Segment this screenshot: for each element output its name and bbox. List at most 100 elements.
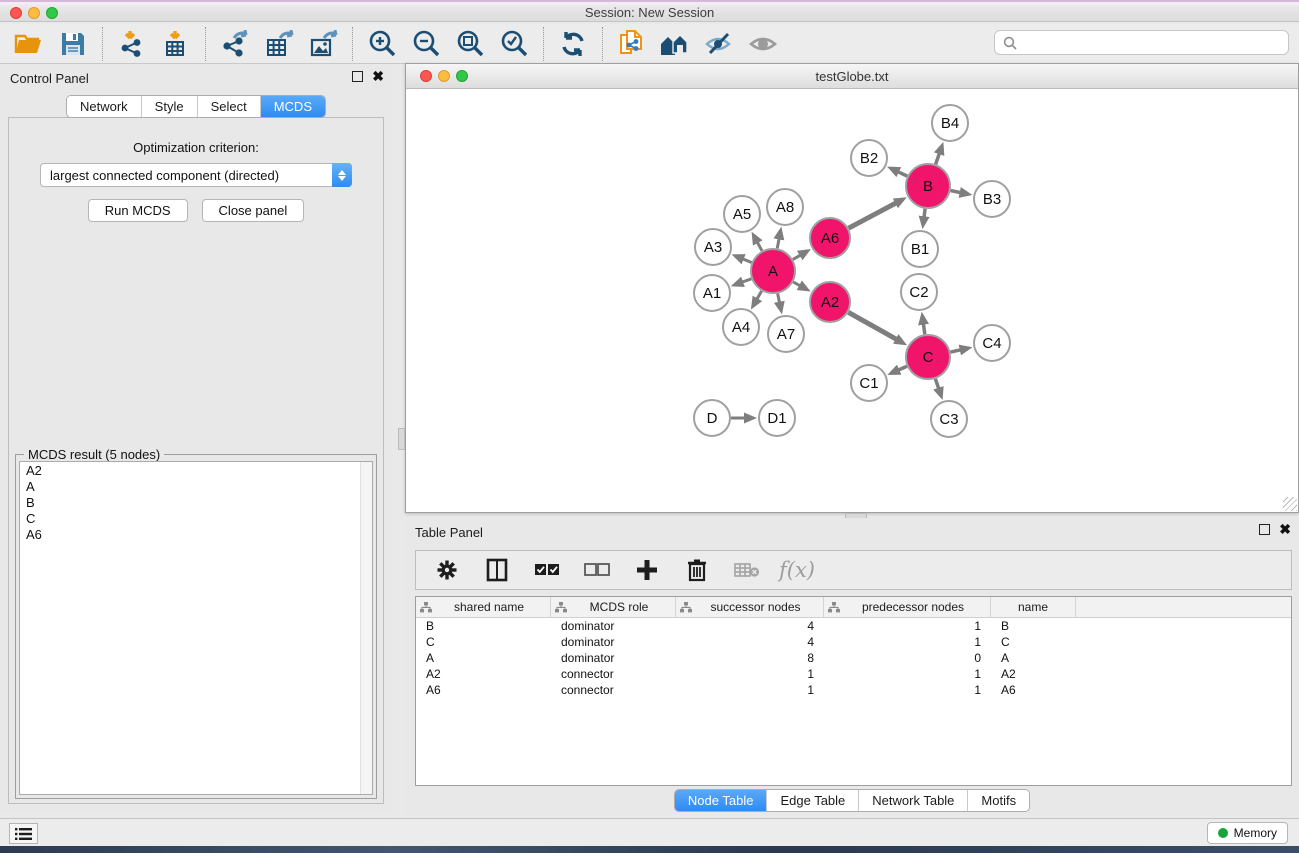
graph-edge-B-B2[interactable] [898,172,907,176]
show-all-icon[interactable] [745,27,783,61]
graph-node-C2[interactable]: C2 [901,274,937,310]
graph-edge-C-C3[interactable] [935,379,938,389]
graph-edge-B-B1[interactable] [924,209,925,217]
deselect-all-icon[interactable] [584,556,610,584]
list-scrollbar[interactable] [360,462,372,794]
import-table-icon[interactable] [157,27,195,61]
graph-node-B1[interactable]: B1 [902,231,938,267]
clone-network-icon[interactable] [613,27,651,61]
table-row[interactable]: A6connector11A6 [416,682,1291,698]
graph-node-A8[interactable]: A8 [767,189,803,225]
tab-select[interactable]: Select [198,96,261,117]
mcds-result-item[interactable]: B [20,494,372,510]
mcds-result-item[interactable]: A [20,478,372,494]
memory-button[interactable]: Memory [1207,822,1288,844]
column-header-MCDS-role[interactable]: MCDS role [551,597,676,617]
window-resize-grip[interactable] [1283,497,1297,511]
graph-node-A2[interactable]: A2 [810,282,850,322]
float-panel-icon[interactable] [352,71,363,82]
tab-edge-table[interactable]: Edge Table [767,790,859,811]
add-row-icon[interactable] [634,556,660,584]
column-header-successor-nodes[interactable]: successor nodes [676,597,824,617]
graph-node-B2[interactable]: B2 [851,140,887,176]
graph-node-B4[interactable]: B4 [932,105,968,141]
graph-node-A7[interactable]: A7 [768,316,804,352]
export-network-icon[interactable] [216,27,254,61]
graph-node-C4[interactable]: C4 [974,325,1010,361]
graph-node-D[interactable]: D [694,400,730,436]
graph-node-C[interactable]: C [906,335,950,379]
graph-edge-C-C4[interactable] [950,350,960,352]
select-all-icon[interactable] [534,556,560,584]
graph-node-A[interactable]: A [751,249,795,293]
export-table-icon[interactable] [260,27,298,61]
delete-row-icon[interactable] [684,556,710,584]
graph-edge-C-C2[interactable] [923,324,924,335]
graph-edge-A-A3[interactable] [743,259,752,263]
network-window-titlebar[interactable]: testGlobe.txt [406,64,1298,89]
graph-edge-A-A4[interactable] [757,291,762,299]
table-row[interactable]: Cdominator41C [416,634,1291,650]
destroy-table-icon[interactable] [734,556,760,584]
tab-motifs[interactable]: Motifs [968,790,1029,811]
graph-node-A3[interactable]: A3 [695,229,731,265]
close-panel-button[interactable]: Close panel [202,199,305,222]
float-table-panel-icon[interactable] [1259,524,1270,535]
graph-edge-A-A5[interactable] [757,242,762,251]
vertical-splitter-grip[interactable] [398,428,405,450]
function-builder-icon[interactable]: f(x) [784,556,810,584]
graph-edge-A-A2[interactable] [793,282,800,286]
show-column-icon[interactable] [484,556,510,584]
network-canvas[interactable]: A B C A2 A6 A1 A3 A4 A5 A7 A8 B1 B2 B3 B4 C1 C2 C3 C4 D D1 [407,90,1297,511]
graph-edge-A6-B[interactable] [849,203,897,228]
graph-node-D1[interactable]: D1 [759,400,795,436]
graph-edge-A-A1[interactable] [742,279,751,282]
graph-node-A6[interactable]: A6 [810,218,850,258]
column-header-name[interactable]: name [991,597,1076,617]
refresh-icon[interactable] [554,27,592,61]
tab-node-table[interactable]: Node Table [675,790,768,811]
tab-style[interactable]: Style [142,96,198,117]
zoom-out-icon[interactable] [407,27,445,61]
zoom-in-icon[interactable] [363,27,401,61]
graph-edge-A-A7[interactable] [778,294,780,303]
graph-node-A4[interactable]: A4 [723,309,759,345]
mcds-result-item[interactable]: A2 [20,462,372,478]
table-row[interactable]: A2connector11A2 [416,666,1291,682]
hide-selected-icon[interactable] [701,27,739,61]
graph-edge-B-B4[interactable] [936,153,940,164]
graph-node-B3[interactable]: B3 [974,181,1010,217]
graph-node-B[interactable]: B [906,164,950,208]
open-file-icon[interactable] [10,27,48,61]
zoom-fit-icon[interactable] [451,27,489,61]
table-row[interactable]: Bdominator41B [416,618,1291,634]
graph-node-C1[interactable]: C1 [851,365,887,401]
column-header-shared-name[interactable]: shared name [416,597,551,617]
graph-node-A5[interactable]: A5 [724,196,760,232]
tab-network[interactable]: Network [67,96,142,117]
task-history-button[interactable] [9,823,38,844]
graph-edge-A2-C[interactable] [848,312,896,339]
tab-network-table[interactable]: Network Table [859,790,968,811]
search-input[interactable] [1023,35,1280,50]
first-neighbors-icon[interactable] [657,27,695,61]
search-field[interactable] [994,30,1289,55]
graph-edge-A-A8[interactable] [777,238,779,248]
import-network-icon[interactable] [113,27,151,61]
optimization-criterion-dropdown[interactable]: largest connected component (directed) [40,163,352,187]
tab-mcds[interactable]: MCDS [261,96,325,117]
column-header-predecessor-nodes[interactable]: predecessor nodes [824,597,991,617]
mcds-result-item[interactable]: C [20,510,372,526]
mcds-result-item[interactable]: A6 [20,526,372,542]
table-options-icon[interactable] [434,556,460,584]
network-graph[interactable]: A B C A2 A6 A1 A3 A4 A5 A7 A8 B1 B2 B3 B4 C1 C2 C3 C4 D D1 [407,90,1297,512]
close-table-panel-icon[interactable]: ✖ [1279,524,1291,535]
graph-node-A1[interactable]: A1 [694,275,730,311]
graph-edge-A-A6[interactable] [793,255,801,259]
close-panel-icon[interactable]: ✖ [372,71,384,82]
table-row[interactable]: Adominator80A [416,650,1291,666]
graph-node-C3[interactable]: C3 [931,401,967,437]
export-image-icon[interactable] [304,27,342,61]
run-mcds-button[interactable]: Run MCDS [88,199,188,222]
save-session-icon[interactable] [54,27,92,61]
